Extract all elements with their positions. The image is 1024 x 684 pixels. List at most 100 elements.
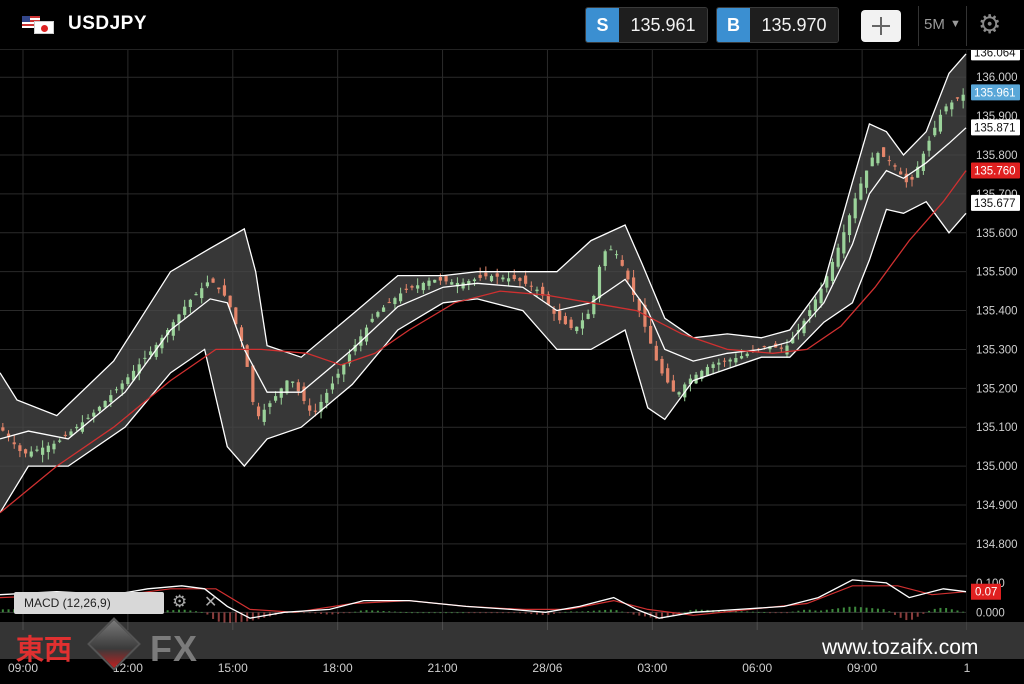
macd-histogram-bar [416,612,419,614]
macd-histogram-bar [337,612,340,614]
macd-histogram-bar [507,612,510,614]
candle-body [97,406,102,411]
candle-body [489,275,494,282]
macd-histogram-bar [462,612,465,614]
candle-body [279,388,283,398]
gear-icon[interactable]: ⚙ [978,11,1001,37]
macd-histogram-bar [547,612,550,615]
macd-histogram-bar [831,609,834,613]
watermark-url: www.tozaifx.com [822,636,979,659]
macd-histogram-bar [428,612,431,614]
macd-histogram-bar [871,608,874,613]
candle-body [126,377,130,385]
candle-body [444,275,448,282]
macd-histogram-bar [553,612,556,614]
toolbar: USDJPY S 135.961 B 135.970 5M ▼ ⚙ [0,0,1024,50]
candle-body [29,451,33,457]
interval-selector[interactable]: 5M [924,16,945,33]
candle-body [927,140,931,151]
candle-body [830,261,835,281]
candle-body [677,392,681,395]
candle-body [188,299,192,308]
macd-histogram-bar [490,612,493,614]
candle-body [859,183,863,200]
candle-body [58,440,62,442]
candle-body [722,360,727,362]
candle-body [381,307,386,312]
macd-legend[interactable]: MACD (12,26,9) [14,592,164,614]
price-tag-label: 135.961 [974,87,1016,99]
macd-histogram-bar [757,611,760,613]
candle-body [393,298,397,305]
price-chart[interactable]: 136.000135.900135.800135.700135.600135.5… [0,50,1024,684]
macd-histogram-bar [399,611,402,613]
macd-histogram-bar [859,607,862,613]
candle-body [285,380,289,394]
macd-histogram-bar [638,612,641,616]
candle-body [597,266,602,299]
candle-body [205,282,210,287]
macd-histogram-bar [945,608,948,613]
candle-body [575,326,579,332]
candle-body [870,157,874,167]
time-tick-label: 1 [964,661,971,675]
chevron-down-icon[interactable]: ▼ [950,18,961,30]
candle-body [887,160,891,162]
candle-body [649,325,653,344]
candle-body [18,445,22,452]
time-tick-label: 15:00 [218,661,248,675]
macd-histogram-bar [166,610,169,613]
candle-body [592,295,596,315]
time-tick-label: 18:00 [323,661,353,675]
macd-histogram-bar [876,608,879,613]
candle-body [200,288,204,299]
macd-histogram-bar [928,610,931,613]
macd-settings-gear-icon[interactable]: ⚙ [172,592,187,612]
candle-body [109,395,113,402]
macd-histogram-bar [774,612,777,614]
macd-close-icon[interactable]: ✕ [204,592,217,612]
time-tick-label: 03:00 [637,661,667,675]
candle-body [75,426,79,429]
candle-body [734,358,738,363]
candle-body [370,318,374,322]
candle-body [194,294,198,296]
watermark-kanji: 東西 [16,633,73,666]
candle-body [114,389,119,391]
candle-body [217,287,221,290]
candle-body [325,392,329,403]
jp-flag-icon [34,21,54,34]
macd-histogram-bar [501,612,504,614]
candle-body [529,285,533,287]
price-tick-label: 135.100 [976,422,1018,434]
macd-histogram-bar [956,610,959,613]
macd-histogram-bar [865,607,868,613]
candle-body [910,176,914,180]
candle-body [35,449,39,451]
macd-histogram-bar [530,612,533,615]
symbol-title[interactable]: USDJPY [68,13,147,35]
candle-body [933,127,937,136]
macd-histogram-bar [746,611,749,613]
candle-body [472,279,477,282]
candle-body [177,314,181,323]
macd-histogram-bar [496,612,499,614]
candle-body [63,434,67,436]
macd-histogram-bar [405,612,408,613]
macd-histogram-bar [587,611,590,613]
candle-body [256,406,261,417]
watermark-brand: FX [150,628,199,669]
candle-body [376,312,380,317]
macd-histogram-bar [365,610,368,613]
macd-histogram-bar [484,612,487,614]
buy-button[interactable]: B 135.970 [716,7,839,43]
candle-body [450,282,454,285]
candle-body [512,274,516,280]
macd-histogram-bar [342,612,345,614]
candle-body [103,400,107,408]
sell-button[interactable]: S 135.961 [585,7,708,43]
macd-histogram-bar [791,611,794,613]
candle-body [705,366,710,376]
crosshair-icon[interactable] [861,10,901,42]
candle-body [518,278,522,281]
